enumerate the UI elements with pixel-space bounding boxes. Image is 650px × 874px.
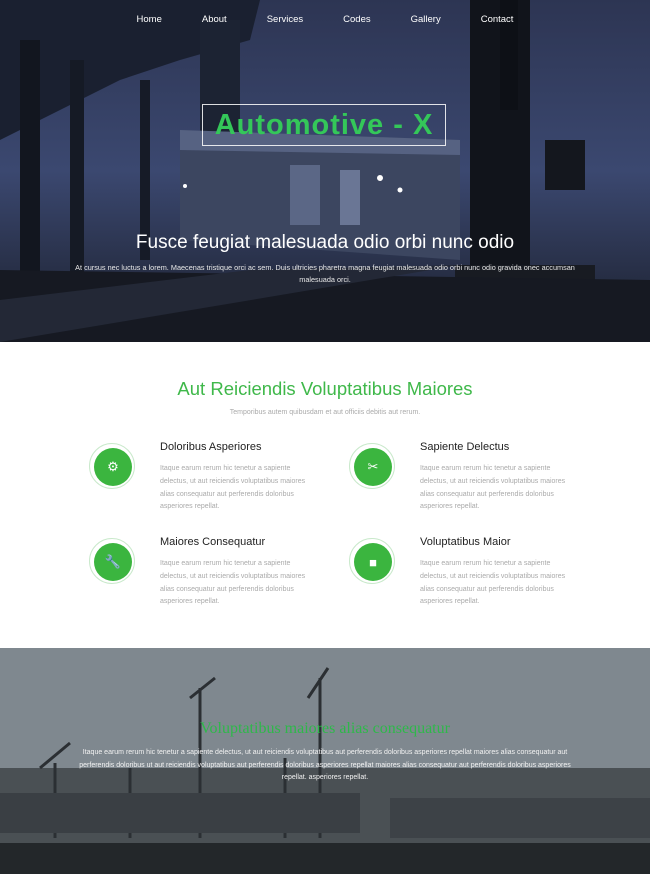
features-subtitle: Temporibus autem quibusdam et aut offici… bbox=[229, 409, 421, 416]
harbor-title: Voluptatibus maiores alias consequatur bbox=[200, 720, 450, 737]
feature-icon-ring: ✂ bbox=[349, 443, 395, 489]
hero-subtitle: At cursus nec luctus a lorem. Maecenas t… bbox=[75, 263, 575, 284]
nav-codes[interactable]: Codes bbox=[343, 14, 370, 25]
feature-title: Voluptatibus Maior bbox=[420, 536, 511, 548]
harbor-section: Voluptatibus maiores alias consequatur I… bbox=[0, 648, 650, 874]
feature-text: Itaque earum rerum hic tenetur a sapient… bbox=[160, 560, 306, 606]
hero-background-image bbox=[0, 0, 650, 342]
feature-title: Doloribus Asperiores bbox=[160, 441, 262, 453]
feature-title: Sapiente Delectus bbox=[420, 441, 510, 453]
gear-icon: ⚙ bbox=[94, 448, 132, 486]
site-logo[interactable]: Automotive - X bbox=[202, 104, 446, 146]
feature-title: Maiores Consequatur bbox=[160, 536, 266, 548]
feature-text: Itaque earum rerum hic tenetur a sapient… bbox=[420, 465, 566, 511]
nav-about[interactable]: About bbox=[202, 14, 227, 25]
logo-text: Automotive - X bbox=[214, 108, 434, 141]
nav-services[interactable]: Services bbox=[267, 14, 303, 25]
feature-text: Itaque earum rerum hic tenetur a sapient… bbox=[420, 560, 566, 606]
feature-item: ⚙ Doloribus Asperiores Itaque earum reru… bbox=[89, 441, 329, 533]
scissors-icon: ✂ bbox=[354, 448, 392, 486]
features-section: Aut Reiciendis Voluptatibus Maiores Temp… bbox=[0, 342, 650, 648]
nav-home[interactable]: Home bbox=[137, 14, 162, 25]
hero-title: Fusce feugiat malesuada odio orbi nunc o… bbox=[135, 232, 515, 253]
feature-icon-ring: 🔧 bbox=[89, 538, 135, 584]
nav-gallery[interactable]: Gallery bbox=[411, 14, 441, 25]
feature-item: ✂ Sapiente Delectus Itaque earum rerum h… bbox=[349, 441, 589, 533]
feature-icon-ring: ■ bbox=[349, 538, 395, 584]
features-title: Aut Reiciendis Voluptatibus Maiores bbox=[177, 378, 473, 399]
wrench-icon: 🔧 bbox=[94, 543, 132, 581]
feature-item: ■ Voluptatibus Maior Itaque earum rerum … bbox=[349, 536, 589, 628]
hero-section: Home About Services Codes Gallery Contac… bbox=[0, 0, 650, 342]
main-nav: Home About Services Codes Gallery Contac… bbox=[0, 14, 650, 25]
nav-contact[interactable]: Contact bbox=[481, 14, 514, 25]
harbor-text: Itaque earum rerum hic tenetur a sapient… bbox=[79, 749, 571, 781]
square-icon: ■ bbox=[354, 543, 392, 581]
feature-text: Itaque earum rerum hic tenetur a sapient… bbox=[160, 465, 306, 511]
feature-item: 🔧 Maiores Consequatur Itaque earum rerum… bbox=[89, 536, 329, 628]
feature-icon-ring: ⚙ bbox=[89, 443, 135, 489]
